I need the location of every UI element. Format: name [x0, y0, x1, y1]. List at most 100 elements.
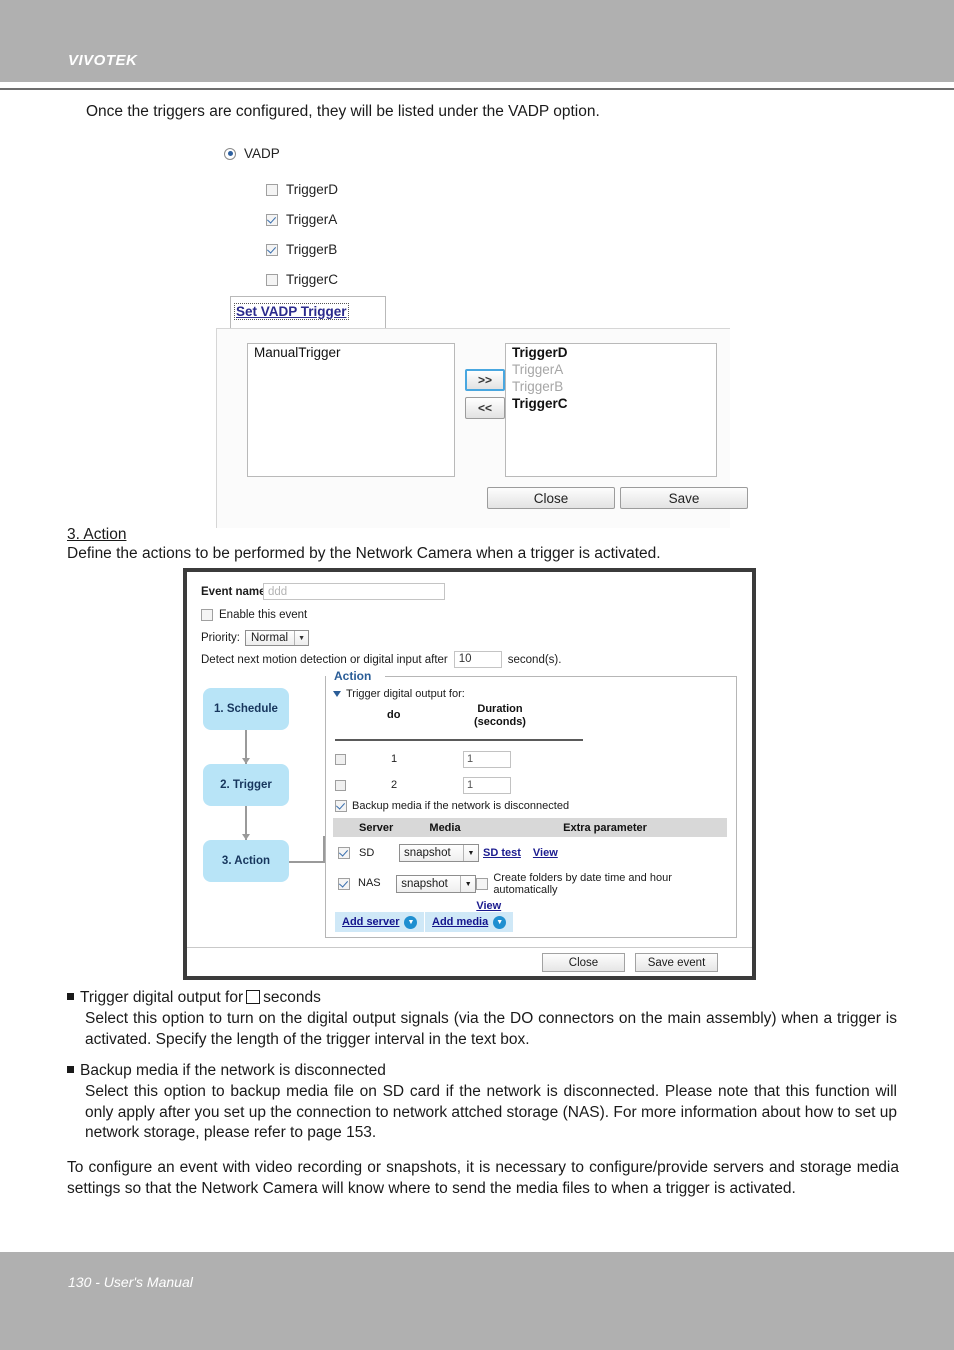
bullet-square-icon — [67, 993, 74, 1000]
chevron-down-icon[interactable]: ▼ — [460, 876, 475, 892]
checkbox-icon-triggerb[interactable] — [266, 243, 278, 256]
action-dialog-screenshot: Event name: ddd Enable this event Priori… — [183, 568, 756, 980]
media-select-sd-cell[interactable]: snapshot ▼ — [399, 844, 483, 862]
event-name-input[interactable]: ddd — [263, 583, 445, 600]
media-select-sd[interactable]: snapshot ▼ — [399, 844, 479, 862]
checkbox-icon-do-2[interactable] — [335, 779, 346, 791]
checkbox-icon-server-nas[interactable] — [338, 878, 350, 890]
table-row[interactable]: 1 1 — [335, 749, 511, 769]
checkbox-icon-triggerc[interactable] — [266, 273, 278, 286]
col-header-do: do — [387, 709, 401, 721]
section-description: Define the actions to be performed by th… — [67, 545, 661, 562]
enable-event-row[interactable]: Enable this event — [201, 609, 307, 621]
move-right-button[interactable]: >> — [465, 369, 505, 391]
set-vadp-trigger-link[interactable]: Set VADP Trigger — [234, 303, 349, 320]
flow-step-trigger[interactable]: 2. Trigger — [203, 764, 289, 806]
detect-interval-label: Detect next motion detection or digital … — [201, 653, 448, 666]
list-item[interactable]: TriggerA — [506, 361, 716, 378]
create-folders-row[interactable]: Create folders by date time and hour aut… — [476, 872, 727, 896]
priority-select[interactable]: Normal ▼ — [244, 630, 310, 646]
trigger-digital-output-row[interactable]: Trigger digital output for: — [333, 688, 465, 700]
event-close-button[interactable]: Close — [542, 953, 625, 972]
priority-row[interactable]: Priority: Normal ▼ — [201, 630, 310, 646]
chevron-down-icon[interactable]: ▼ — [404, 915, 418, 929]
add-media-button[interactable]: Add media ▼ — [425, 912, 514, 932]
vadp-trigger-row-b[interactable]: TriggerB — [266, 242, 337, 257]
section-heading: 3. Action — [67, 526, 127, 543]
list-item[interactable]: ManualTrigger — [248, 344, 454, 361]
add-server-button[interactable]: Add server ▼ — [335, 912, 425, 932]
vadp-trigger-row-a[interactable]: TriggerA — [266, 212, 337, 227]
detect-interval-unit: second(s). — [507, 653, 562, 666]
list-item[interactable]: TriggerC — [506, 395, 716, 412]
vadp-radio-row[interactable]: VADP — [224, 146, 280, 161]
server-name-nas: NAS — [358, 877, 381, 889]
nas-view-link[interactable]: View — [476, 900, 727, 912]
table-row[interactable]: 2 1 — [335, 775, 511, 795]
checkbox-icon-server-sd[interactable] — [338, 847, 350, 859]
checkbox-icon-triggera[interactable] — [266, 213, 278, 226]
action-fieldset-legend: Action — [331, 669, 375, 683]
sd-view-link[interactable]: View — [533, 847, 558, 859]
duration-input-1[interactable]: 1 — [463, 750, 511, 768]
trigger-label-b: TriggerB — [286, 242, 338, 257]
vadp-trigger-row-c[interactable]: TriggerC — [266, 272, 338, 287]
note-block-backup-media: Backup media if the network is disconnec… — [67, 1060, 897, 1144]
detect-interval-input[interactable]: 10 — [453, 651, 502, 668]
page-header-band — [0, 0, 954, 82]
vadp-close-button[interactable]: Close — [487, 487, 615, 509]
chevron-down-icon[interactable]: ▼ — [463, 845, 478, 861]
backup-media-label: Backup media if the network is disconnec… — [352, 800, 570, 812]
header-divider — [0, 88, 954, 90]
row-select-cell[interactable] — [333, 847, 359, 859]
vadp-radio-label: VADP — [244, 146, 280, 161]
checkbox-icon-backup-media[interactable] — [335, 800, 347, 812]
note-body: Select this option to turn on the digita… — [85, 1010, 897, 1048]
create-folders-label: Create folders by date time and hour aut… — [493, 872, 672, 896]
table-row[interactable]: NAS snapshot ▼ Create folders by date ti… — [333, 872, 727, 912]
col-header-server: Server — [359, 821, 394, 834]
server-media-table: Server Media Extra parameter SD snapshot… — [333, 818, 727, 912]
trigger-label-a: TriggerA — [286, 212, 338, 227]
checkbox-icon-create-folders[interactable] — [476, 878, 489, 890]
vadp-trigger-panel: ManualTrigger TriggerD TriggerA TriggerB… — [216, 328, 748, 528]
col-header-extra-parameter: Extra parameter — [563, 821, 647, 834]
checkbox-icon-enable-event[interactable] — [201, 609, 213, 621]
checkbox-icon-triggerd[interactable] — [266, 183, 278, 196]
media-select-nas[interactable]: snapshot ▼ — [396, 875, 477, 893]
flow-step-schedule[interactable]: 1. Schedule — [203, 688, 289, 730]
sd-test-link[interactable]: SD test — [483, 847, 521, 859]
note-heading-pre: Backup media if the network is disconnec… — [80, 1062, 386, 1079]
row-select-cell[interactable] — [333, 872, 358, 890]
chevron-down-icon[interactable]: ▼ — [294, 631, 308, 645]
vadp-trigger-row-d[interactable]: TriggerD — [266, 182, 338, 197]
note-heading-pre: Trigger digital output for — [80, 989, 244, 1006]
media-select-nas-cell[interactable]: snapshot ▼ — [396, 872, 477, 893]
vadp-save-button[interactable]: Save — [620, 487, 748, 509]
intro-paragraph: Once the triggers are configured, they w… — [86, 103, 600, 120]
col-header-duration-line1: Duration — [477, 703, 523, 715]
bullet-square-icon — [67, 1066, 74, 1073]
page-number-label: 130 - User's Manual — [68, 1274, 193, 1290]
chevron-down-icon[interactable]: ▼ — [493, 915, 507, 929]
vadp-radio-icon[interactable] — [224, 147, 236, 160]
closing-paragraph: To configure an event with video recordi… — [67, 1159, 899, 1197]
move-left-button[interactable]: << — [465, 397, 505, 419]
digital-output-table: do Duration (seconds) — [335, 703, 585, 739]
server-name-sd: SD — [359, 847, 375, 859]
flow-step-action[interactable]: 3. Action — [203, 840, 289, 882]
brand-logo: VIVOTEK — [68, 52, 138, 69]
backup-media-row[interactable]: Backup media if the network is disconnec… — [335, 800, 569, 812]
selected-trigger-listbox[interactable]: TriggerD TriggerA TriggerB TriggerC — [505, 343, 717, 477]
media-select-nas-value: snapshot — [401, 878, 448, 890]
list-item[interactable]: TriggerB — [506, 378, 716, 395]
available-trigger-listbox[interactable]: ManualTrigger — [247, 343, 455, 477]
checkbox-icon-do-1[interactable] — [335, 753, 346, 765]
note-heading-post: seconds — [263, 989, 321, 1006]
save-event-button[interactable]: Save event — [635, 953, 718, 972]
list-item[interactable]: TriggerD — [506, 344, 716, 361]
chevron-down-icon[interactable] — [333, 691, 341, 697]
table-row[interactable]: SD snapshot ▼ SD test View — [333, 844, 727, 862]
duration-input-2[interactable]: 1 — [463, 776, 511, 794]
do-number-2: 2 — [391, 779, 398, 791]
